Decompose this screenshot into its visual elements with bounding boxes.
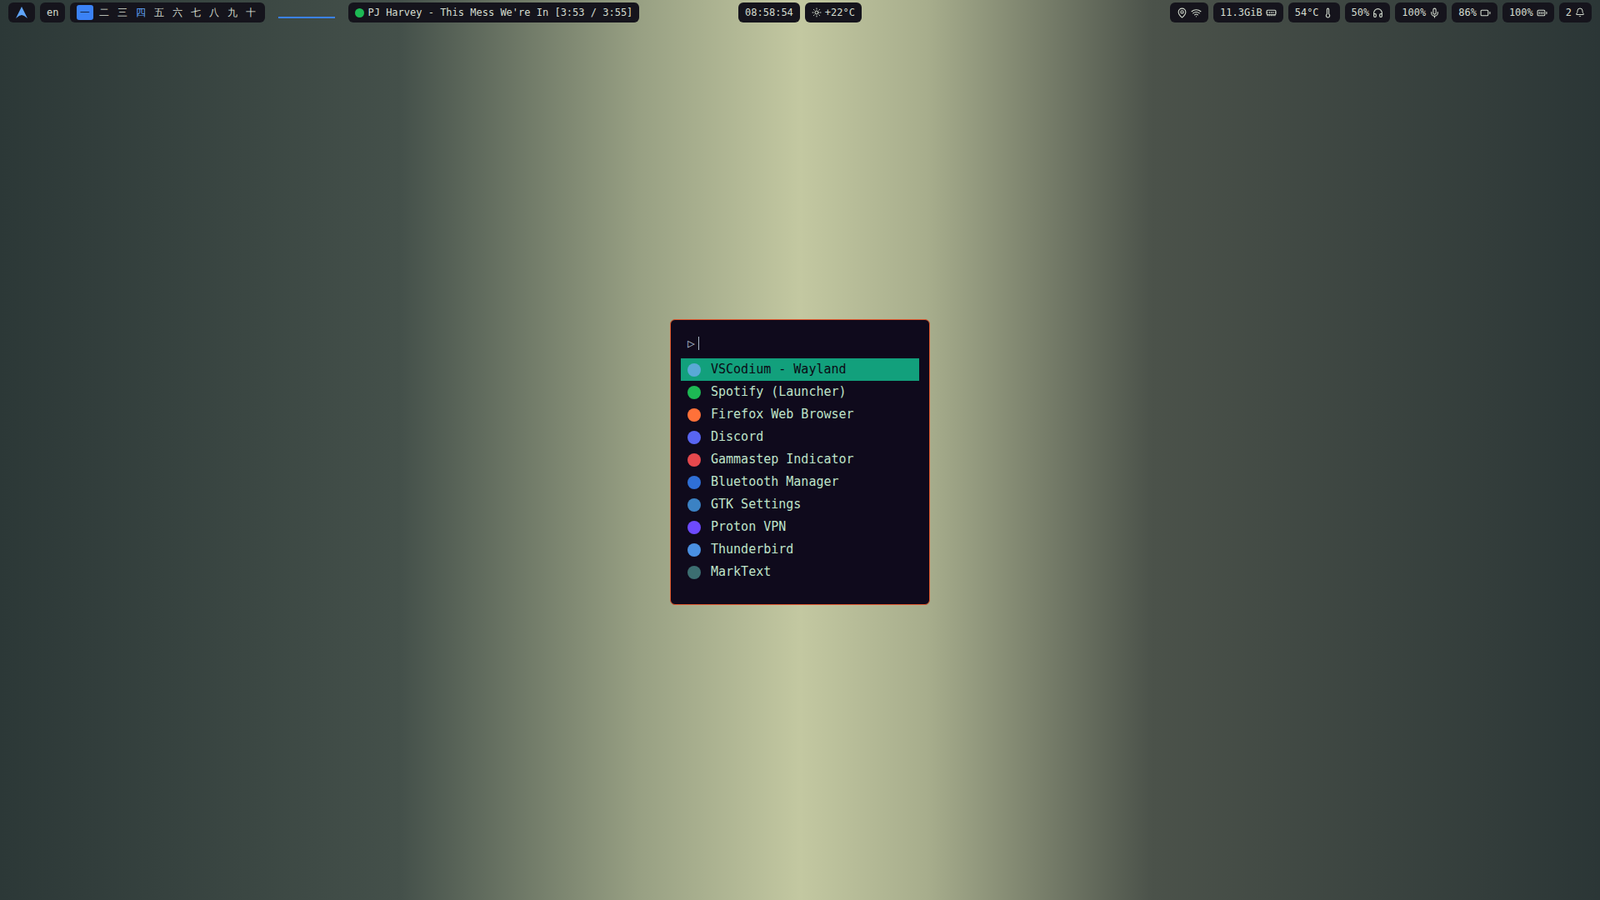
app-item[interactable]: MarkText — [680, 560, 920, 584]
workspace-button[interactable]: 一 — [76, 5, 94, 20]
workspace-button[interactable]: 六 — [170, 5, 185, 20]
app-item[interactable]: Spotify (Launcher) — [680, 380, 920, 404]
battery-icon — [1480, 7, 1491, 19]
app-icon — [687, 475, 701, 490]
network — [1170, 2, 1209, 23]
app-item[interactable]: Gammastep Indicator — [680, 448, 920, 471]
app-item[interactable]: Discord — [680, 425, 920, 449]
app-launcher: ▷ VSCodium - WaylandSpotify (Launcher)Fir… — [670, 319, 930, 605]
app-icon — [687, 408, 701, 422]
app-icon — [687, 520, 701, 535]
app-icon — [687, 565, 701, 580]
status-item: 100% — [1502, 2, 1555, 23]
media-text[interactable]: PJ Harvey - This Mess We're In [3:53 / 3… — [367, 5, 633, 20]
app-item[interactable]: VSCodium - Wayland — [680, 358, 920, 381]
app-icon — [687, 363, 701, 377]
workspace-button[interactable]: 四 — [133, 5, 149, 20]
app-list: VSCodium - WaylandSpotify (Launcher)Fire… — [680, 358, 920, 584]
headphones-icon — [1372, 7, 1384, 19]
microphone-icon — [1429, 7, 1440, 19]
workspace-button[interactable]: 九 — [225, 5, 240, 20]
temperature-icon — [1322, 7, 1334, 19]
app-item[interactable]: Proton VPN — [680, 515, 920, 539]
app-icon — [687, 430, 701, 445]
spotify-icon — [355, 8, 365, 18]
status-item: 11.3GiB — [1213, 2, 1284, 23]
bell-icon[interactable] — [1575, 7, 1585, 18]
app-icon — [687, 453, 701, 467]
app-icon — [687, 385, 701, 400]
app-item[interactable]: Thunderbird — [680, 538, 920, 561]
arch-logo-icon[interactable] — [15, 5, 29, 20]
app-item[interactable]: GTK Settings — [680, 493, 920, 516]
logo-button — [8, 2, 35, 23]
workspace-button[interactable]: 五 — [151, 5, 167, 20]
workspace-button[interactable]: 十 — [243, 5, 259, 20]
status-item: 86% — [1451, 2, 1498, 23]
status-item: 50% — [1345, 2, 1391, 23]
battery-full-icon — [1536, 7, 1548, 19]
app-icon — [687, 498, 701, 512]
memory-icon — [1265, 7, 1277, 19]
language-indicator: en — [40, 2, 65, 23]
wifi-icon — [1190, 7, 1202, 19]
workspaces: 一二三四五六七八九十 — [70, 2, 265, 23]
search-field[interactable]: ▷ — [680, 331, 920, 355]
audio-visualizer — [278, 16, 335, 19]
weather: +22°C — [805, 2, 862, 23]
workspace-button[interactable]: 二 — [96, 5, 112, 20]
top-bar: en一二三四五六七八九十PJ Harvey - This Mess We're … — [0, 0, 1600, 23]
workspace-button[interactable]: 七 — [188, 5, 204, 20]
sun-icon — [811, 7, 822, 18]
clock: 08:58:54 — [738, 2, 800, 23]
text-cursor — [698, 336, 700, 350]
app-item[interactable]: Bluetooth Manager — [680, 470, 920, 494]
app-item[interactable]: Firefox Web Browser — [680, 403, 920, 426]
workspace-button[interactable]: 八 — [206, 5, 222, 20]
prompt-icon: ▷ — [687, 334, 695, 354]
app-icon — [687, 543, 701, 557]
location-icon — [1176, 7, 1188, 19]
workspace-button[interactable]: 三 — [115, 5, 130, 20]
desktop: en一二三四五六七八九十PJ Harvey - This Mess We're … — [0, 0, 1600, 900]
media-player: PJ Harvey - This Mess We're In [3:53 / 3… — [348, 2, 640, 23]
notifications: 2 — [1559, 2, 1592, 23]
status-item: 100% — [1395, 2, 1447, 23]
status-item: 54°C — [1288, 2, 1340, 23]
